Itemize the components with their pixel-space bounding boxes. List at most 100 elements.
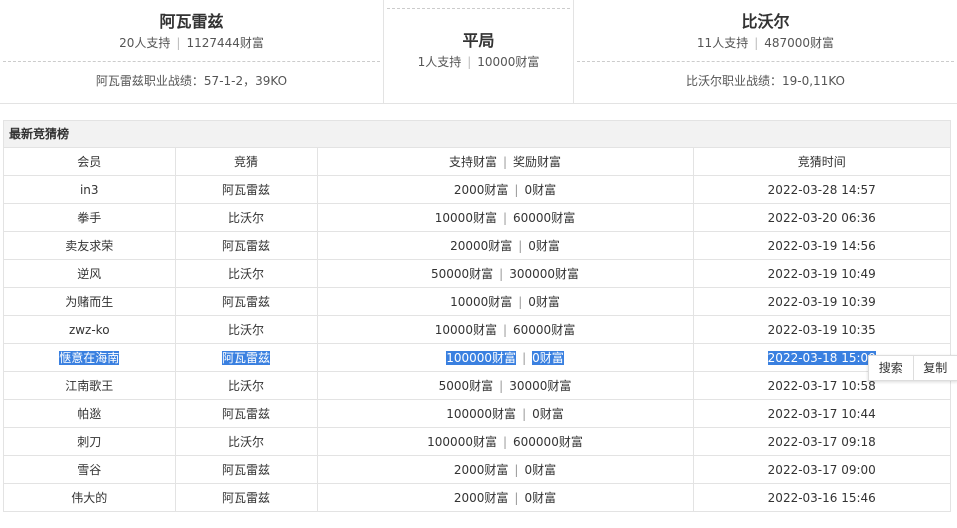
member-name: 雪谷 [77,463,102,477]
separator: | [514,463,519,477]
member-cell: 雪谷 [4,455,176,484]
pick-value: 比沃尔 [227,379,264,393]
member-cell: 江南歌王 [4,371,176,400]
table-row: 刺刀 比沃尔 100000财富 | 600000财富 2022-03-17 09:18 [4,427,950,456]
stake-value: 100000财富 [446,407,517,421]
stake-value: 20000财富 [450,239,513,253]
pick-cell: 比沃尔 [175,371,318,400]
draw-wealth: 10000财富 [477,55,540,69]
bet-time: 2022-03-19 10:39 [767,294,876,309]
reward-value: 0财富 [532,351,564,365]
divider [387,8,570,9]
table-row: 伟大的 阿瓦雷兹 2000财富 | 0财富 2022-03-16 15:46 [4,483,950,511]
member-cell: 卖友求荣 [4,231,176,260]
time-cell: 2022-03-19 10:35 [693,315,950,344]
time-cell: 2022-03-17 10:44 [693,399,950,428]
table-row: 雪谷 阿瓦雷兹 2000财富 | 0财富 2022-03-17 09:00 [4,455,950,484]
stake-value: 2000财富 [453,491,509,505]
table-row: in3 阿瓦雷兹 2000财富 | 0财富 2022-03-28 14:57 [4,175,950,204]
separator: | [499,379,504,393]
stake-reward-cell: 10000财富 | 60000财富 [317,203,694,232]
draw-card: 平局 1人支持 | 10000财富 [383,0,574,104]
reward-value: 30000财富 [509,379,572,393]
stake-value: 2000财富 [453,183,509,197]
divider [3,61,380,62]
stake-value: 2000财富 [453,463,509,477]
fighter-left-stats: 20人支持 | 1127444财富 [0,35,383,51]
member-cell: 帕逖 [4,399,176,428]
separator: | [518,239,523,253]
time-cell: 2022-03-19 14:56 [693,231,950,260]
table-header-row: 会员 竞猜 支持财富 | 奖励财富 竞猜时间 [4,148,950,176]
reward-value: 0财富 [524,491,557,505]
separator: | [502,155,508,169]
bet-time: 2022-03-18 15:00 [767,350,876,365]
pick-cell: 比沃尔 [175,259,318,288]
pick-value: 阿瓦雷兹 [221,183,270,197]
stake-reward-cell: 50000财富 | 300000财富 [317,259,694,288]
table-row: 江南歌王 比沃尔 5000财富 | 30000财富 2022-03-17 10:58 [4,371,950,400]
pick-value: 阿瓦雷兹 [221,295,270,309]
table-row: 卖友求荣 阿瓦雷兹 20000财富 | 0财富 2022-03-19 14:56 [4,231,950,260]
stake-value: 10000财富 [450,295,513,309]
fighter-left-record: 阿瓦雷兹职业战绩：57-1-2，39KO [95,74,288,88]
member-name: 帕逖 [77,407,102,421]
separator: | [502,211,508,225]
separator: | [522,407,527,421]
draw-name: 平局 [462,31,495,50]
member-name: 为赌而生 [65,295,114,309]
member-cell: 伟大的 [4,483,176,511]
pick-value: 阿瓦雷兹 [221,491,270,505]
fighter-right-wealth: 487000财富 [764,36,835,50]
member-cell: 逆风 [4,259,176,288]
draw-stats: 1人支持 | 10000财富 [384,54,573,70]
stake-value: 50000财富 [430,267,494,281]
pick-value: 阿瓦雷兹 [221,351,270,365]
pick-value: 比沃尔 [227,211,264,225]
pick-cell: 阿瓦雷兹 [175,343,318,372]
draw-supporters: 1人支持 [417,55,462,69]
search-button[interactable]: 搜索 [869,356,913,380]
separator: | [522,351,527,365]
stake-reward-cell: 100000财富 | 0财富 [317,399,694,428]
bet-time: 2022-03-17 10:58 [767,378,876,393]
member-cell: 刺刀 [4,427,176,456]
bet-time: 2022-03-28 14:57 [767,182,876,197]
member-name: 惬意在海南 [59,351,120,365]
reward-value: 0财富 [524,183,557,197]
pick-cell: 比沃尔 [175,315,318,344]
copy-button[interactable]: 复制 [912,356,957,380]
member-name: zwz-ko [68,322,110,337]
member-name: 卖友求荣 [65,239,114,253]
col-reward: 奖励财富 [513,155,562,169]
stake-value: 10000财富 [434,323,497,337]
table-row: 拳手 比沃尔 10000财富 | 60000财富 2022-03-20 06:36 [4,203,950,232]
stake-reward-cell: 2000财富 | 0财富 [317,483,694,511]
fighter-left-wealth: 1127444财富 [186,36,264,50]
pick-cell: 阿瓦雷兹 [175,175,318,204]
ranking-board: 最新竞猜榜 会员 竞猜 支持财富 | 奖励财富 竞猜时间 in3 阿瓦雷兹 2000财富… [3,120,951,512]
separator: | [502,323,508,337]
col-member: 会员 [4,148,176,176]
member-cell: 惬意在海南 [4,343,176,372]
member-name: 伟大的 [71,491,108,505]
separator: | [514,491,519,505]
reward-value: 0财富 [532,407,564,421]
pick-value: 比沃尔 [227,323,264,337]
stake-reward-cell: 2000财富 | 0财富 [317,455,694,484]
stake-reward-cell: 10000财富 | 60000财富 [317,315,694,344]
bet-time: 2022-03-17 09:18 [767,434,876,449]
time-cell: 2022-03-19 10:39 [693,287,950,316]
selection-context-menu: 搜索 复制 [868,355,957,381]
time-cell: 2022-03-17 09:18 [693,427,950,456]
divider [577,61,954,62]
separator: | [514,183,519,197]
stake-reward-cell: 2000财富 | 0财富 [317,175,694,204]
fighter-right-stats: 11人支持 | 487000财富 [574,35,957,51]
pick-value: 阿瓦雷兹 [221,463,270,477]
ranking-table: 会员 竞猜 支持财富 | 奖励财富 竞猜时间 in3 阿瓦雷兹 2000财富 | 0财富 20… [4,148,950,511]
stake-reward-cell: 10000财富 | 0财富 [317,287,694,316]
pick-cell: 阿瓦雷兹 [175,287,318,316]
fighter-left-name: 阿瓦雷兹 [159,12,224,31]
member-name: 拳手 [77,211,102,225]
